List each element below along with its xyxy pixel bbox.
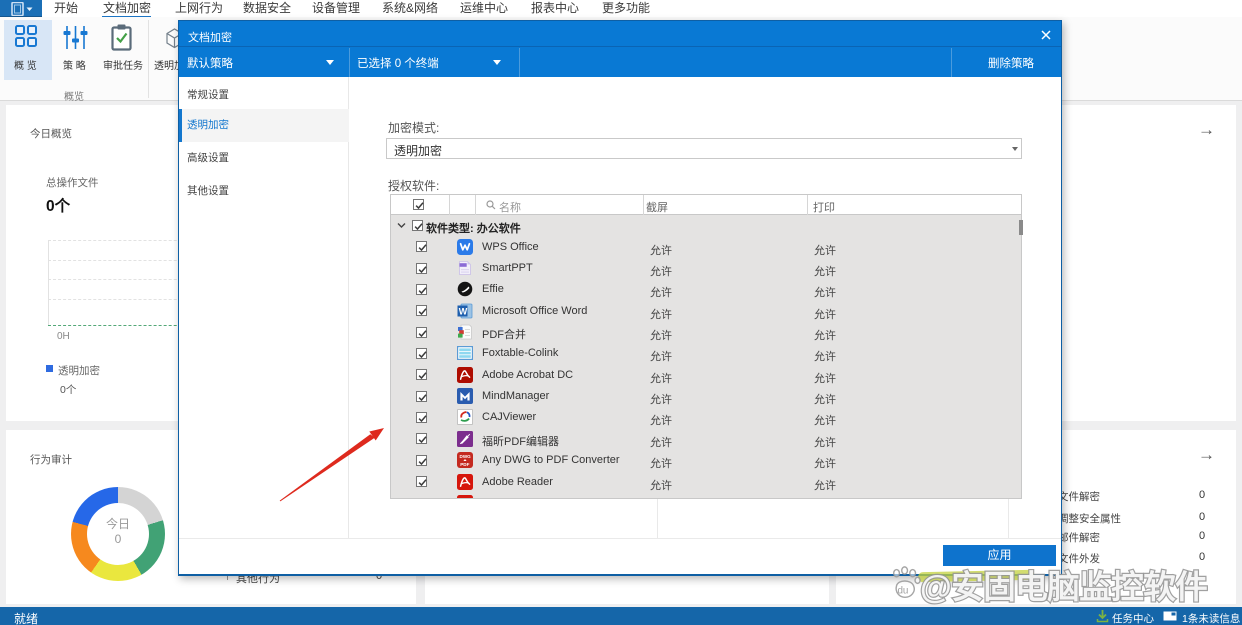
svg-text:DWG: DWG	[460, 454, 472, 459]
svg-text:PDF: PDF	[460, 462, 469, 467]
svg-text:@安固电脑监控软件: @安固电脑监控软件	[920, 569, 1207, 605]
svg-text:W: W	[459, 306, 468, 316]
svg-text:du: du	[897, 586, 908, 597]
